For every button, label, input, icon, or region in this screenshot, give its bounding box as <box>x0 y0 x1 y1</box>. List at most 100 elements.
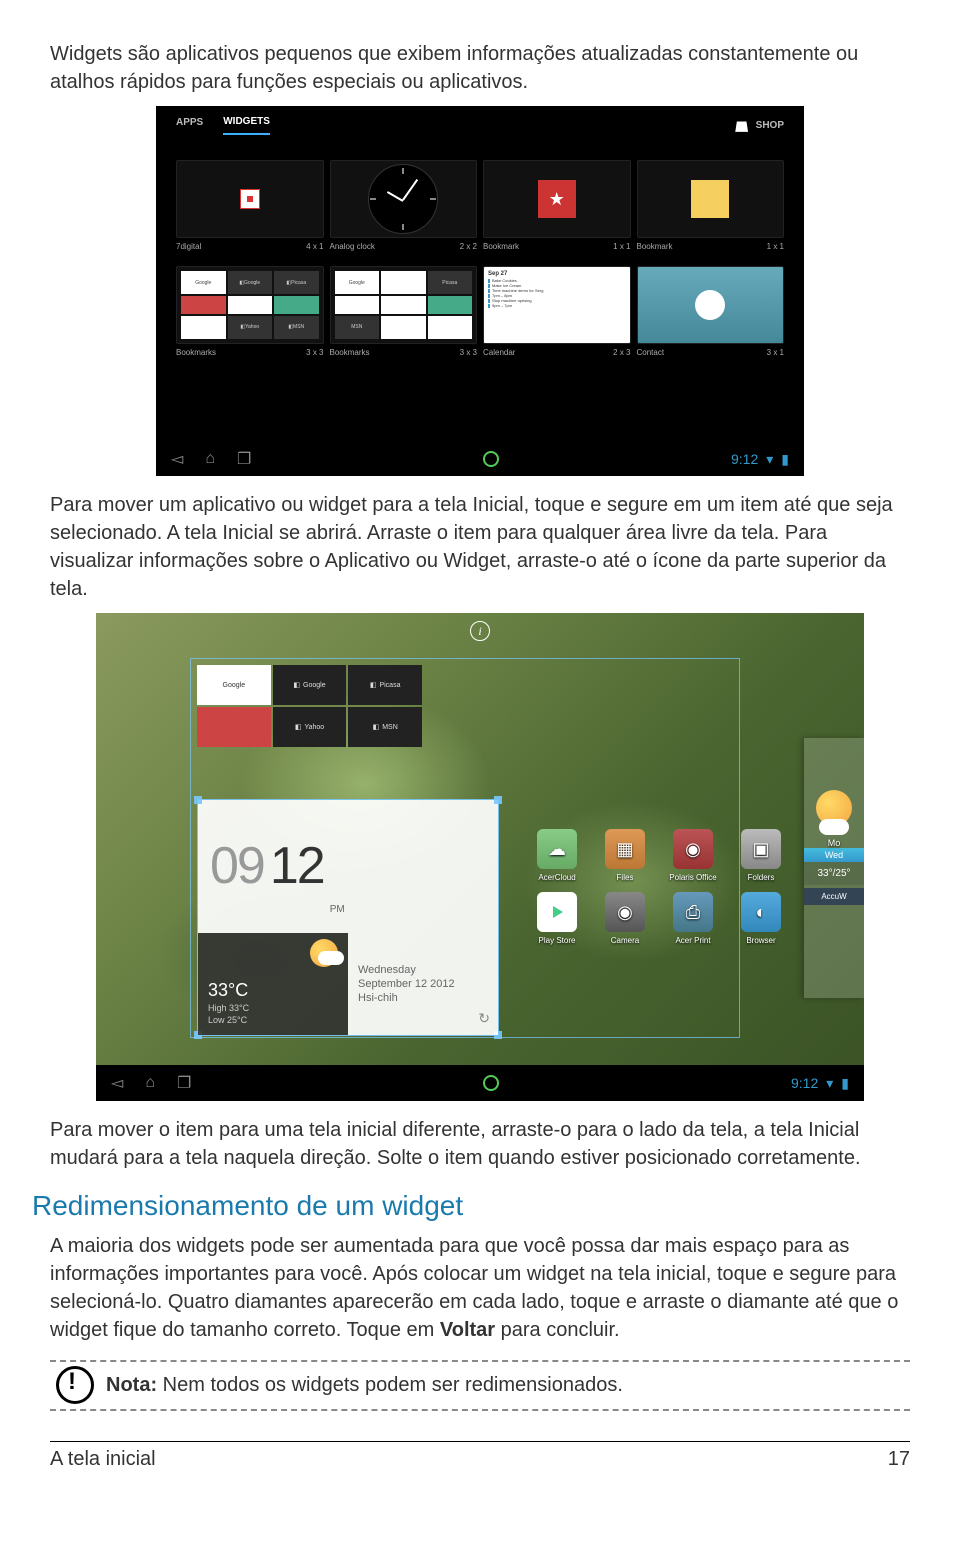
widget-selection[interactable]: 09 12 PM 33°C High 33°C Low 25°C <box>197 799 499 1036</box>
tab-widgets[interactable]: WIDGETS <box>223 116 270 135</box>
clock-weather-widget: 09 12 PM 33°C High 33°C Low 25°C <box>198 800 498 1035</box>
paragraph-2: Para mover um aplicativo ou widget para … <box>50 491 910 603</box>
note-label: Nota: <box>106 1374 157 1396</box>
bookmark-icon <box>691 180 729 218</box>
date-day: Wednesday <box>358 964 488 976</box>
recents-icon[interactable]: ❐ <box>237 449 251 469</box>
ring-icon[interactable] <box>483 1075 499 1091</box>
widget-size: 3 x 3 <box>306 348 323 357</box>
bm-tile: ◧ Google <box>273 665 347 705</box>
widget-bookmark-yellow[interactable]: Bookmark1 x 1 <box>637 160 785 260</box>
wifi-icon: ▾ <box>766 451 773 468</box>
ring-icon[interactable] <box>483 451 499 467</box>
date-full: September 12 2012 <box>358 978 488 990</box>
cloud-icon <box>318 951 344 965</box>
back-icon[interactable]: ◅ <box>171 449 183 469</box>
app-acercloud[interactable]: ☁AcerCloud <box>531 829 583 882</box>
widget-name: Calendar <box>483 348 515 357</box>
side-day: Wed <box>804 848 864 862</box>
refresh-icon[interactable]: ↻ <box>478 1010 490 1027</box>
page-number: 17 <box>888 1448 910 1471</box>
bm-tile <box>381 316 426 339</box>
back-icon[interactable]: ◅ <box>111 1073 123 1093</box>
note-block: Nota: Nem todos os widgets podem ser red… <box>50 1360 910 1411</box>
clock-minute: 12 <box>270 836 324 896</box>
widget-name: Bookmarks <box>176 348 216 357</box>
widget-name: 7digital <box>176 242 201 251</box>
paragraph-3: Para mover o item para uma tela inicial … <box>50 1116 910 1172</box>
widget-bookmark-red[interactable]: ★ Bookmark1 x 1 <box>483 160 631 260</box>
shop-button[interactable]: SHOP <box>734 118 784 134</box>
widget-size: 3 x 1 <box>767 348 784 357</box>
clock-time: 9:12 <box>791 1075 818 1091</box>
bm-tile: Google <box>197 665 271 705</box>
battery-icon: ▮ <box>841 1075 849 1092</box>
clock-ampm: PM <box>330 904 345 915</box>
widget-picker-screenshot: APPS WIDGETS SHOP 7digital4 x 1 Analog c… <box>156 106 804 476</box>
cloud-icon <box>819 819 849 835</box>
app-browser[interactable]: ◐Browser <box>735 892 787 945</box>
widget-name: Analog clock <box>330 242 375 251</box>
bm-tile: Google <box>181 271 226 294</box>
bookmarks-widget[interactable]: Google ◧ Google ◧ Picasa ◧ Yahoo ◧ MSN <box>197 665 422 747</box>
section-heading: Redimensionamento de um widget <box>32 1190 910 1222</box>
app-acerprint[interactable]: ⎙Acer Print <box>667 892 719 945</box>
clock-hour: 09 <box>210 836 264 896</box>
drop-zone-frame: Google ◧ Google ◧ Picasa ◧ Yahoo ◧ MSN 0… <box>190 658 740 1038</box>
bm-tile <box>428 296 473 313</box>
page-footer: A tela inicial 17 <box>50 1441 910 1471</box>
bm-tile: MSN <box>335 316 380 339</box>
app-camera[interactable]: ◉Camera <box>599 892 651 945</box>
home-icon[interactable]: ⌂ <box>205 450 215 468</box>
widget-calendar[interactable]: Sep 27 Bake Cookies Make Ice Cream Time … <box>483 266 631 366</box>
clock-time: 9:12 <box>731 451 758 467</box>
info-icon[interactable]: i <box>470 621 490 641</box>
widget-size: 2 x 3 <box>613 348 630 357</box>
date-location: Hsi-chih <box>358 992 488 1004</box>
widget-size: 1 x 1 <box>767 242 784 251</box>
widget-size: 2 x 2 <box>460 242 477 251</box>
shop-label: SHOP <box>756 120 784 131</box>
bm-tile <box>381 271 426 294</box>
widget-analog-clock[interactable]: Analog clock 2 x 2 <box>330 160 478 260</box>
side-temps: 33°/25° <box>804 862 864 885</box>
app-files[interactable]: ▦Files <box>599 829 651 882</box>
widget-contact[interactable]: Contact 3 x 1 <box>637 266 785 366</box>
paragraph-4: A maioria dos widgets pode ser aumentada… <box>50 1232 910 1344</box>
bm-tile: ◧ Google <box>228 271 273 294</box>
app-polaris[interactable]: ◉Polaris Office <box>667 829 719 882</box>
bm-tile: ◧ Picasa <box>348 665 422 705</box>
widget-7digital[interactable]: 7digital4 x 1 <box>176 160 324 260</box>
bm-tile <box>181 316 226 339</box>
recents-icon[interactable]: ❐ <box>177 1073 191 1093</box>
temp-high: High 33°C <box>208 1003 338 1013</box>
bm-tile <box>197 707 271 747</box>
statusbar: ◅ ⌂ ❐ 9:12 ▾ ▮ <box>96 1065 864 1101</box>
side-weather-widget[interactable]: Mo Wed 33°/25° AccuW <box>804 738 864 998</box>
clock-icon <box>368 164 438 234</box>
bm-tile: Picasa <box>428 271 473 294</box>
bm-tile <box>381 296 426 313</box>
tabs-row: APPS WIDGETS SHOP <box>156 106 804 145</box>
note-text: Nem todos os widgets podem ser redimensi… <box>157 1374 623 1396</box>
widget-bookmarks-2[interactable]: Google Picasa MSN Bookmarks3 x 3 <box>330 266 478 366</box>
calendar-preview: Sep 27 Bake Cookies Make Ice Cream Time … <box>484 267 630 343</box>
widget-grid: 7digital4 x 1 Analog clock 2 x 2 ★ Bookma… <box>156 160 804 366</box>
home-icon[interactable]: ⌂ <box>145 1074 155 1092</box>
widget-bookmarks-1[interactable]: Google ◧ Google ◧ Picasa ◧ Yahoo ◧ MSN B… <box>176 266 324 366</box>
app-playstore[interactable]: Play Store <box>531 892 583 945</box>
footer-title: A tela inicial <box>50 1448 156 1471</box>
bm-tile <box>274 296 319 313</box>
bm-tile <box>228 296 273 313</box>
weather-panel: 33°C High 33°C Low 25°C <box>198 933 348 1035</box>
app-folders[interactable]: ▣Folders <box>735 829 787 882</box>
shop-bag-icon <box>734 118 750 134</box>
tab-apps[interactable]: APPS <box>176 117 203 134</box>
temp-low: Low 25°C <box>208 1015 338 1025</box>
contact-preview <box>638 267 784 343</box>
app-icon-grid: ☁AcerCloud ▦Files ◉Polaris Office ▣Folde… <box>531 829 787 945</box>
side-mo: Mo <box>828 838 841 848</box>
bm-tile: ◧ Yahoo <box>228 316 273 339</box>
bm-tile: ◧ Picasa <box>274 271 319 294</box>
widget-name: Contact <box>637 348 665 357</box>
